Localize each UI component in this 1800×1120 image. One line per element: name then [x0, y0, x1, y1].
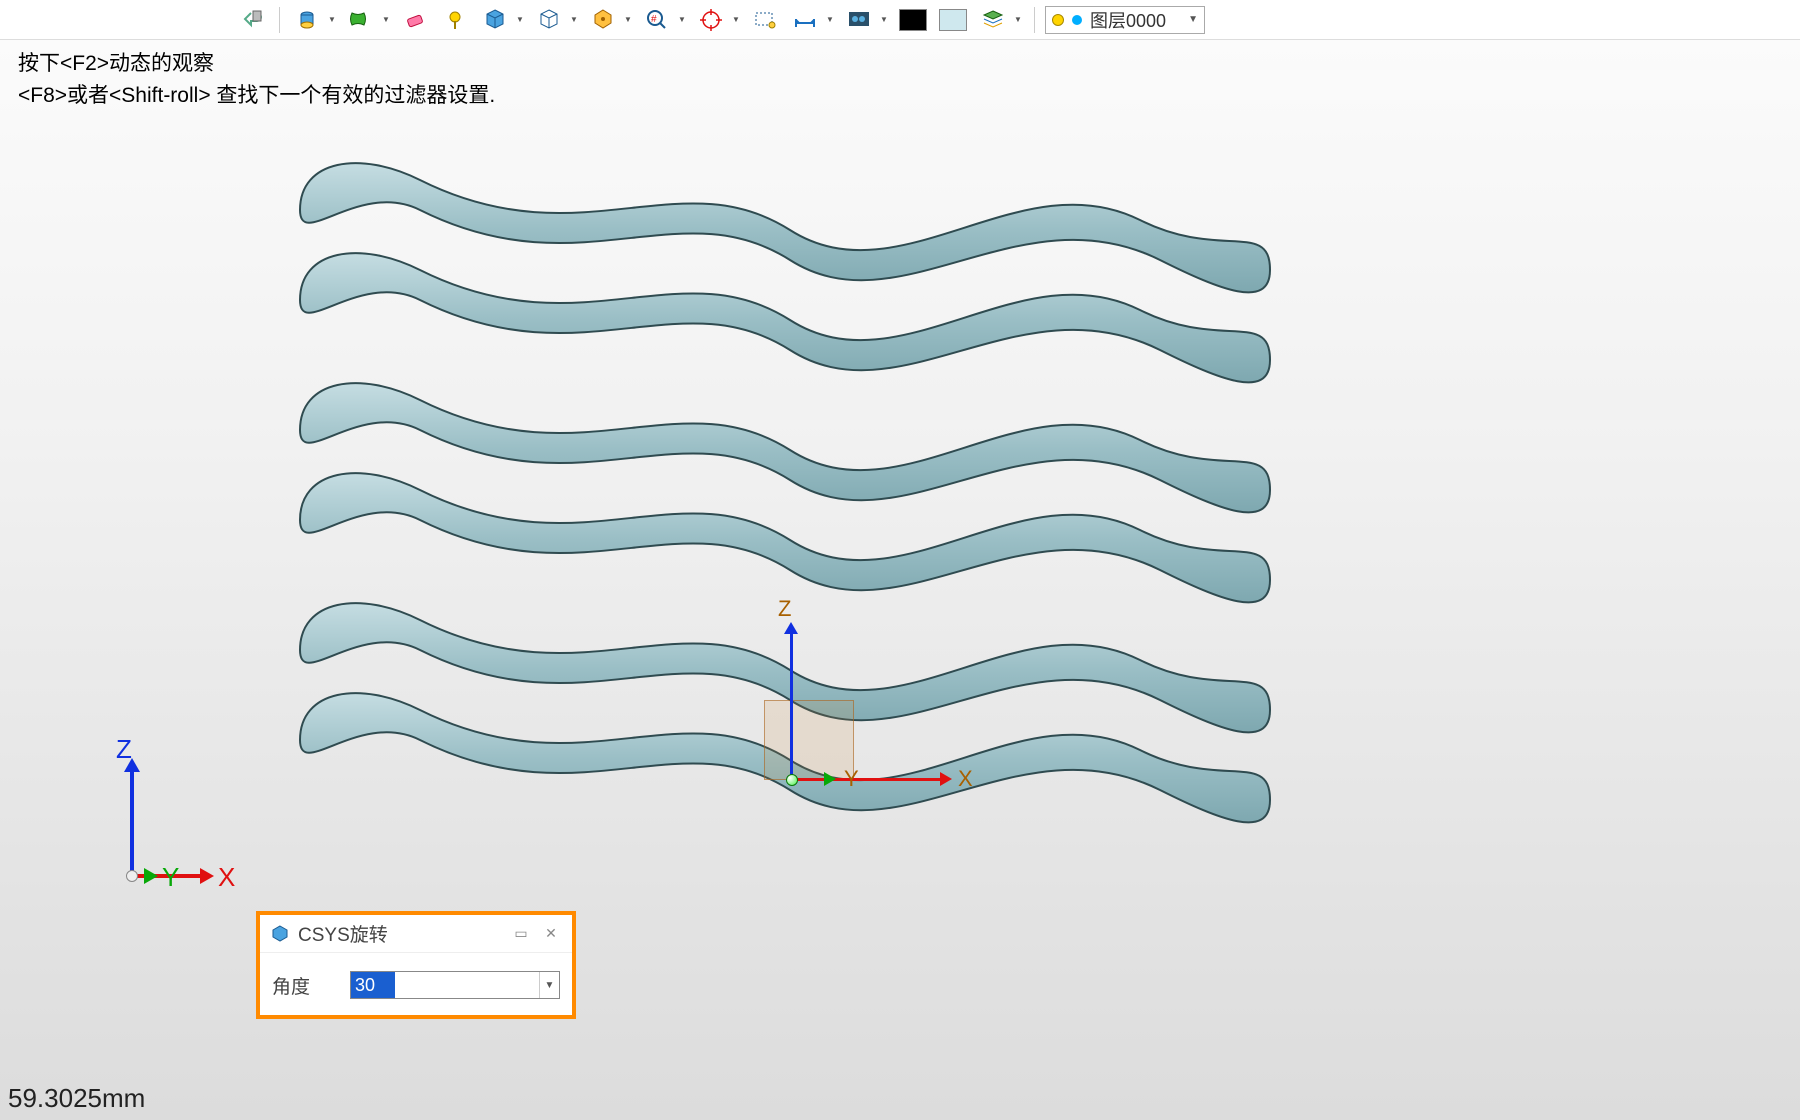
wireframe-cube-dropdown[interactable]: ▼: [568, 3, 580, 37]
model-canvas: [260, 100, 1320, 860]
main-toolbar: ▼ ▼ ▼ ▼ ▼ # ▼ ▼ ▼ ▼ ▼ 图层0: [0, 0, 1800, 40]
render-dropdown[interactable]: ▼: [878, 3, 890, 37]
layers-dropdown[interactable]: ▼: [1012, 3, 1024, 37]
freeze-icon: [1072, 15, 1082, 25]
dialog-title: CSYS旋转: [298, 920, 388, 947]
triad-z-label: Z: [116, 734, 132, 765]
target-button[interactable]: [694, 3, 728, 37]
csys-icon: [270, 924, 290, 944]
target-dropdown[interactable]: ▼: [730, 3, 742, 37]
hex-button[interactable]: [586, 3, 620, 37]
zoom-hash-button[interactable]: #: [640, 3, 674, 37]
hint-line-1: 按下<F2>动态的观察: [18, 48, 495, 80]
window-sel-button[interactable]: [748, 3, 782, 37]
triad-x-label: X: [218, 862, 235, 893]
pin-button[interactable]: [438, 3, 472, 37]
sheets-dropdown[interactable]: ▼: [380, 3, 392, 37]
layer-name: 图层0000: [1090, 7, 1166, 33]
toolbar-separator-2: [1034, 7, 1035, 33]
wireframe-cube-button[interactable]: [532, 3, 566, 37]
layer-selector[interactable]: 图层0000 ▼: [1045, 6, 1205, 34]
shaded-cube-button[interactable]: [478, 3, 512, 37]
toolbar-separator: [279, 7, 280, 33]
zoom-hash-dropdown[interactable]: ▼: [676, 3, 688, 37]
color-black-swatch[interactable]: [896, 3, 930, 37]
render-button[interactable]: [842, 3, 876, 37]
angle-input[interactable]: [351, 972, 395, 998]
svg-text:#: #: [651, 14, 657, 25]
angle-label: 角度: [272, 972, 332, 999]
undo-button[interactable]: [235, 3, 269, 37]
eraser-button[interactable]: [398, 3, 432, 37]
measure-button[interactable]: [788, 3, 822, 37]
bulb-icon: [1052, 14, 1064, 26]
dialog-body: 角度 ▼: [260, 953, 572, 1015]
measure-dropdown[interactable]: ▼: [824, 3, 836, 37]
extrude-button[interactable]: [290, 3, 324, 37]
view-triad[interactable]: Z X Y: [120, 760, 240, 900]
layers-button[interactable]: [976, 3, 1010, 37]
color-lightblue-swatch[interactable]: [936, 3, 970, 37]
extrude-dropdown[interactable]: ▼: [326, 3, 338, 37]
dialog-titlebar[interactable]: CSYS旋转 ▭ ✕: [260, 915, 572, 953]
csys-rotate-dialog: CSYS旋转 ▭ ✕ 角度 ▼: [256, 911, 576, 1019]
status-measurement: 59.3025mm: [8, 1083, 145, 1114]
angle-dropdown[interactable]: ▼: [539, 972, 559, 998]
triad-y-label: Y: [162, 862, 179, 893]
shaded-cube-dropdown[interactable]: ▼: [514, 3, 526, 37]
sheets-button[interactable]: [344, 3, 378, 37]
dialog-close-button[interactable]: ✕: [540, 925, 562, 943]
chevron-down-icon: ▼: [1188, 14, 1198, 25]
model-viewport[interactable]: [260, 100, 1320, 860]
dialog-collapse-button[interactable]: ▭: [510, 925, 532, 943]
angle-field[interactable]: ▼: [350, 971, 560, 999]
hex-dropdown[interactable]: ▼: [622, 3, 634, 37]
